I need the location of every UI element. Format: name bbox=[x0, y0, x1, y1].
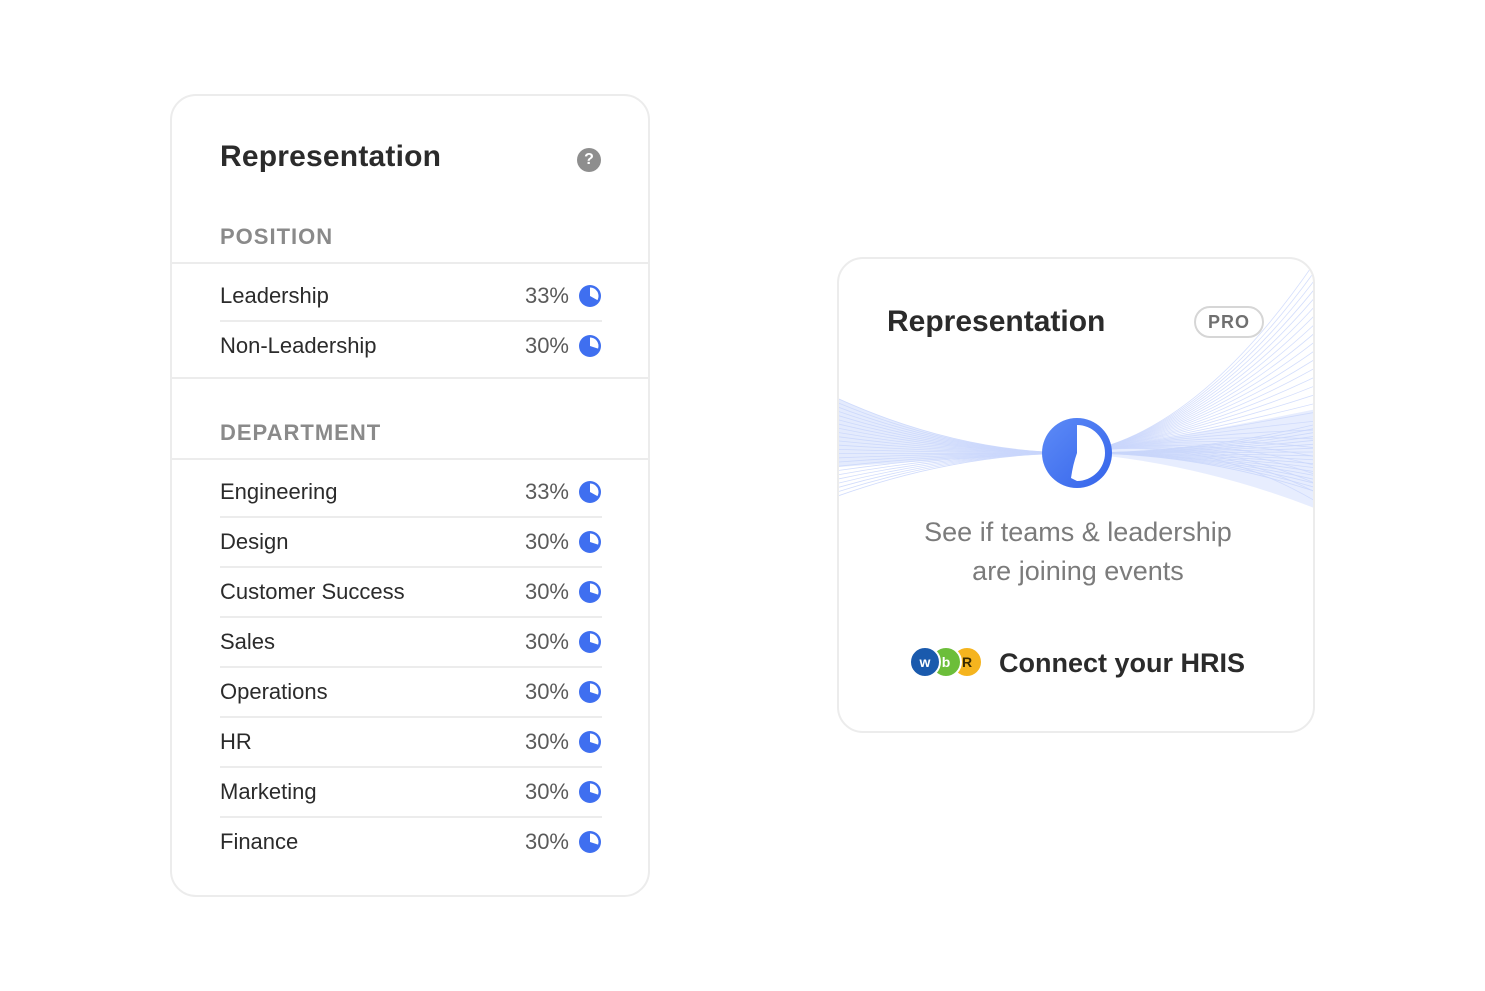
list-item: Customer Success 30% bbox=[220, 568, 602, 618]
question-icon[interactable]: ? bbox=[577, 148, 601, 172]
row-percent: 30% bbox=[524, 679, 569, 704]
representation-pro-card[interactable]: Representation PRO See if teams & leader… bbox=[837, 257, 1315, 733]
row-percent: 30% bbox=[524, 779, 569, 804]
pie-chart-icon bbox=[579, 581, 601, 603]
pie-chart-icon bbox=[579, 781, 601, 803]
pie-chart-icon bbox=[579, 285, 601, 307]
hris-logos: w b R bbox=[909, 646, 983, 680]
list-item: Engineering 33% bbox=[220, 468, 602, 518]
list-item: Finance 30% bbox=[220, 818, 602, 866]
workday-logo-icon: w bbox=[909, 646, 941, 678]
list-item: Design 30% bbox=[220, 518, 602, 568]
pie-chart-icon bbox=[579, 681, 601, 703]
row-percent: 33% bbox=[524, 479, 569, 504]
row-label: Design bbox=[220, 529, 289, 554]
large-pie-chart-icon bbox=[1042, 418, 1112, 488]
list-item: Sales 30% bbox=[220, 618, 602, 668]
row-percent: 30% bbox=[524, 529, 569, 554]
list-item: Operations 30% bbox=[220, 668, 602, 718]
row-label: HR bbox=[220, 729, 252, 754]
description-line: are joining events bbox=[972, 556, 1184, 586]
row-percent: 30% bbox=[524, 579, 569, 604]
list-item: Leadership 33% bbox=[220, 272, 602, 322]
row-label: Finance bbox=[220, 829, 299, 854]
description-line: See if teams & leadership bbox=[924, 517, 1232, 547]
pie-chart-icon bbox=[579, 481, 601, 503]
pie-chart-icon bbox=[579, 731, 601, 753]
list-item: HR 30% bbox=[220, 718, 602, 768]
row-label: Marketing bbox=[220, 779, 317, 804]
row-percent: 30% bbox=[524, 333, 569, 358]
connect-hris-button[interactable]: w b R Connect your HRIS bbox=[909, 643, 1245, 683]
list-item: Marketing 30% bbox=[220, 768, 602, 818]
section-divider bbox=[172, 377, 648, 379]
pro-badge: PRO bbox=[1194, 306, 1264, 338]
list-item: Non-Leadership 30% bbox=[220, 322, 602, 370]
row-percent: 30% bbox=[524, 829, 569, 854]
row-label: Customer Success bbox=[220, 579, 405, 604]
row-label: Engineering bbox=[220, 479, 338, 504]
pie-chart-icon bbox=[579, 831, 601, 853]
section-heading-department: DEPARTMENT bbox=[220, 420, 382, 445]
row-percent: 30% bbox=[524, 729, 569, 754]
row-label: Sales bbox=[220, 629, 276, 654]
card-description: See if teams & leadership are joining ev… bbox=[839, 513, 1313, 591]
position-list: Leadership 33% Non-Leadership 30% bbox=[220, 272, 602, 370]
card-title: Representation bbox=[887, 305, 1106, 338]
pie-chart-icon bbox=[579, 335, 601, 357]
section-divider bbox=[172, 262, 648, 264]
section-heading-position: POSITION bbox=[220, 224, 334, 249]
representation-card: Representation ? POSITION Leadership 33%… bbox=[170, 94, 650, 897]
connect-hris-label: Connect your HRIS bbox=[999, 647, 1246, 678]
department-list: Engineering 33% Design 30% Customer Succ… bbox=[220, 468, 602, 866]
pie-chart-icon bbox=[579, 531, 601, 553]
row-percent: 30% bbox=[524, 629, 569, 654]
row-label: Non-Leadership bbox=[220, 333, 377, 358]
row-percent: 33% bbox=[524, 283, 569, 308]
row-label: Leadership bbox=[220, 283, 329, 308]
card-title: Representation bbox=[220, 140, 442, 173]
pie-chart-icon bbox=[579, 631, 601, 653]
row-label: Operations bbox=[220, 679, 328, 704]
section-divider bbox=[172, 458, 648, 460]
